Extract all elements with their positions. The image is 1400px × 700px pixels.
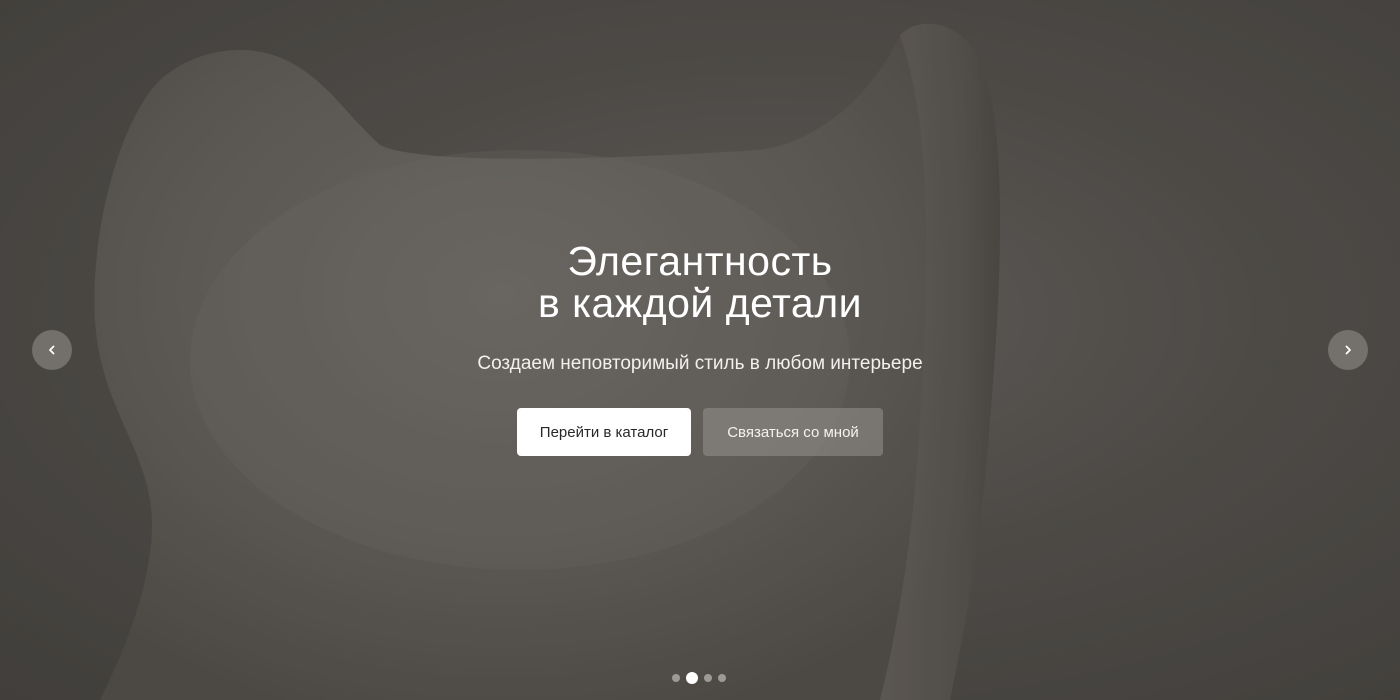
hero-buttons: Перейти в каталог Связаться со мной xyxy=(517,408,883,456)
hero-content: Элегантность в каждой детали Создаем неп… xyxy=(0,0,1400,700)
slider-dot-3[interactable] xyxy=(704,674,712,682)
slider-next-button[interactable] xyxy=(1328,330,1368,370)
go-to-catalog-button[interactable]: Перейти в каталог xyxy=(517,408,691,456)
slider-prev-button[interactable] xyxy=(32,330,72,370)
slider-dot-1[interactable] xyxy=(672,674,680,682)
contact-me-button[interactable]: Связаться со мной xyxy=(703,408,883,456)
chevron-right-icon xyxy=(1345,345,1351,355)
hero-subtitle: Создаем неповторимый стиль в любом интер… xyxy=(477,353,923,374)
slider-dot-4[interactable] xyxy=(718,674,726,682)
hero-title-line2: в каждой детали xyxy=(537,280,863,326)
hero-slider: Элегантность в каждой детали Создаем неп… xyxy=(0,0,1400,700)
slider-dot-2-active[interactable] xyxy=(686,672,698,684)
hero-title-line1: Элегантность xyxy=(567,238,833,284)
chevron-left-icon xyxy=(49,345,55,355)
slider-pagination xyxy=(672,672,726,684)
hero-title: Элегантность в каждой детали xyxy=(0,240,1400,324)
